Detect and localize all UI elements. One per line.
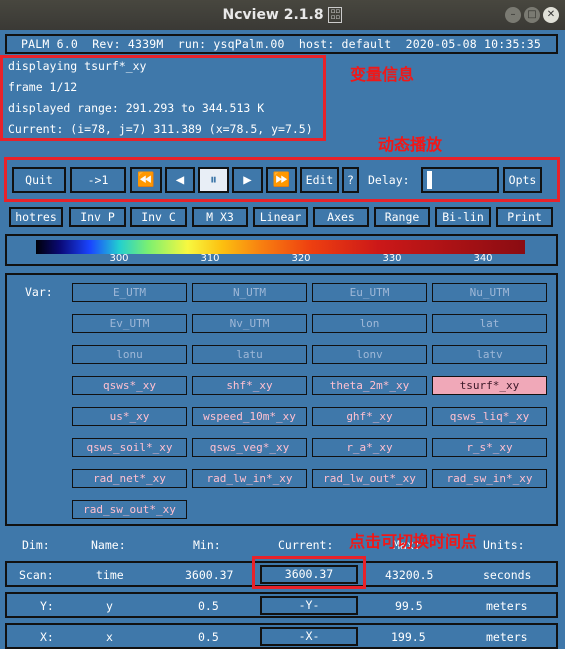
variable-button[interactable]: tsurf*_xy [432,376,547,395]
min-header: Min: [193,538,221,552]
variable-button[interactable]: Ev_UTM [72,314,187,333]
variable-button[interactable]: rad_lw_in*_xy [192,469,307,488]
dim-name: y [106,599,113,613]
variable-button[interactable]: rad_sw_out*_xy [72,500,187,519]
current-time-highlight [252,556,366,589]
bi-lin-button[interactable]: Bi-lin [435,207,491,227]
variable-button[interactable]: theta_2m*_xy [312,376,427,395]
linear-button[interactable]: Linear [253,207,308,227]
print-button[interactable]: Print [496,207,553,227]
app-box-icon: ▫▫ ▫▫ [328,7,343,23]
variable-button[interactable]: lonv [312,345,427,364]
colorbar-tick: 310 [200,253,220,264]
dim-min: 0.5 [198,630,219,644]
variable-button[interactable]: shf*_xy [192,376,307,395]
variable-button[interactable]: r_s*_xy [432,438,547,457]
dim-label: Y: [40,599,54,613]
variable-button[interactable]: lonu [72,345,187,364]
range-button[interactable]: Range [374,207,430,227]
variable-button[interactable]: qsws_soil*_xy [72,438,187,457]
maximize-icon[interactable]: □ [524,7,540,23]
delay-slider[interactable] [421,167,499,193]
axes-button[interactable]: Axes [313,207,369,227]
variable-button[interactable]: Nu_UTM [432,283,547,302]
colorbar-tick: 320 [291,253,311,264]
hotres-button[interactable]: hotres [9,207,63,227]
variable-button[interactable]: ghf*_xy [312,407,427,426]
colorbar-gradient[interactable] [36,240,525,254]
step-button[interactable]: ->1 [70,167,126,193]
fast-forward-icon[interactable]: ⏩ [266,167,297,193]
dim-units: seconds [483,568,532,582]
variable-button[interactable]: Nv_UTM [192,314,307,333]
dim-max: 99.5 [395,599,423,613]
name-header: Name: [91,538,126,552]
rewind-icon[interactable]: ⏪ [130,167,162,193]
colorbar-tick: 340 [473,253,493,264]
variable-button[interactable]: qsws_liq*_xy [432,407,547,426]
annotation-switch-time: 点击可切换时间点 [349,532,478,551]
dim-current-y[interactable]: -Y- [260,596,358,615]
inv-c-button[interactable]: Inv C [130,207,187,227]
variable-button[interactable]: us*_xy [72,407,187,426]
close-icon[interactable]: ✕ [543,7,559,23]
step-back-icon[interactable]: ◀ [165,167,195,193]
variable-button[interactable]: N_UTM [192,283,307,302]
variable-button[interactable]: Eu_UTM [312,283,427,302]
variable-button[interactable]: lon [312,314,427,333]
mag-x3-button[interactable]: M X3 [192,207,248,227]
delay-slider-thumb[interactable] [427,171,432,189]
variable-button[interactable]: qsws*_xy [72,376,187,395]
dim-label: X: [40,630,54,644]
variable-button[interactable]: latu [192,345,307,364]
window-title: Ncview 2.1.8 ▫▫ ▫▫ [0,0,565,30]
variable-button[interactable]: r_a*_xy [312,438,427,457]
annotation-variable-info: 变量信息 [350,65,415,84]
variable-button[interactable]: latv [432,345,547,364]
units-header: Units: [483,538,525,552]
help-button[interactable]: ? [342,167,359,193]
quit-button[interactable]: Quit [12,167,66,193]
dim-name: x [106,630,113,644]
variable-button[interactable]: rad_net*_xy [72,469,187,488]
variable-button[interactable]: rad_sw_in*_xy [432,469,547,488]
info-bar: PALM 6.0 Rev: 4339M run: ysqPalm.00 host… [5,34,558,54]
minimize-icon[interactable]: – [505,7,521,23]
dim-max: 199.5 [391,630,426,644]
colorbar-tick: 300 [109,253,129,264]
colorbar-tick: 330 [382,253,402,264]
dim-min: 0.5 [198,599,219,613]
variable-button[interactable]: rad_lw_out*_xy [312,469,427,488]
dim-units: meters [486,630,528,644]
variable-panel [5,273,558,526]
dim-current-x[interactable]: -X- [260,627,358,646]
variable-button[interactable]: wspeed_10m*_xy [192,407,307,426]
dim-min: 3600.37 [185,568,234,582]
opts-button[interactable]: Opts [503,167,542,193]
dim-max: 43200.5 [385,568,434,582]
variable-info-highlight [0,55,326,141]
inv-p-button[interactable]: Inv P [69,207,126,227]
dim-label: Scan: [19,568,54,582]
delay-label: Delay: [368,173,410,187]
edit-button[interactable]: Edit [300,167,339,193]
dim-header: Dim: [22,538,50,552]
current-header: Current: [278,538,334,552]
annotation-playback: 动态播放 [378,135,443,154]
variable-button[interactable]: E_UTM [72,283,187,302]
variable-button[interactable]: lat [432,314,547,333]
var-label: Var: [25,285,53,299]
dim-name: time [96,568,124,582]
variable-button[interactable]: qsws_veg*_xy [192,438,307,457]
pause-icon[interactable]: ⏸ [198,167,229,193]
dim-units: meters [486,599,528,613]
step-forward-icon[interactable]: ▶ [232,167,263,193]
